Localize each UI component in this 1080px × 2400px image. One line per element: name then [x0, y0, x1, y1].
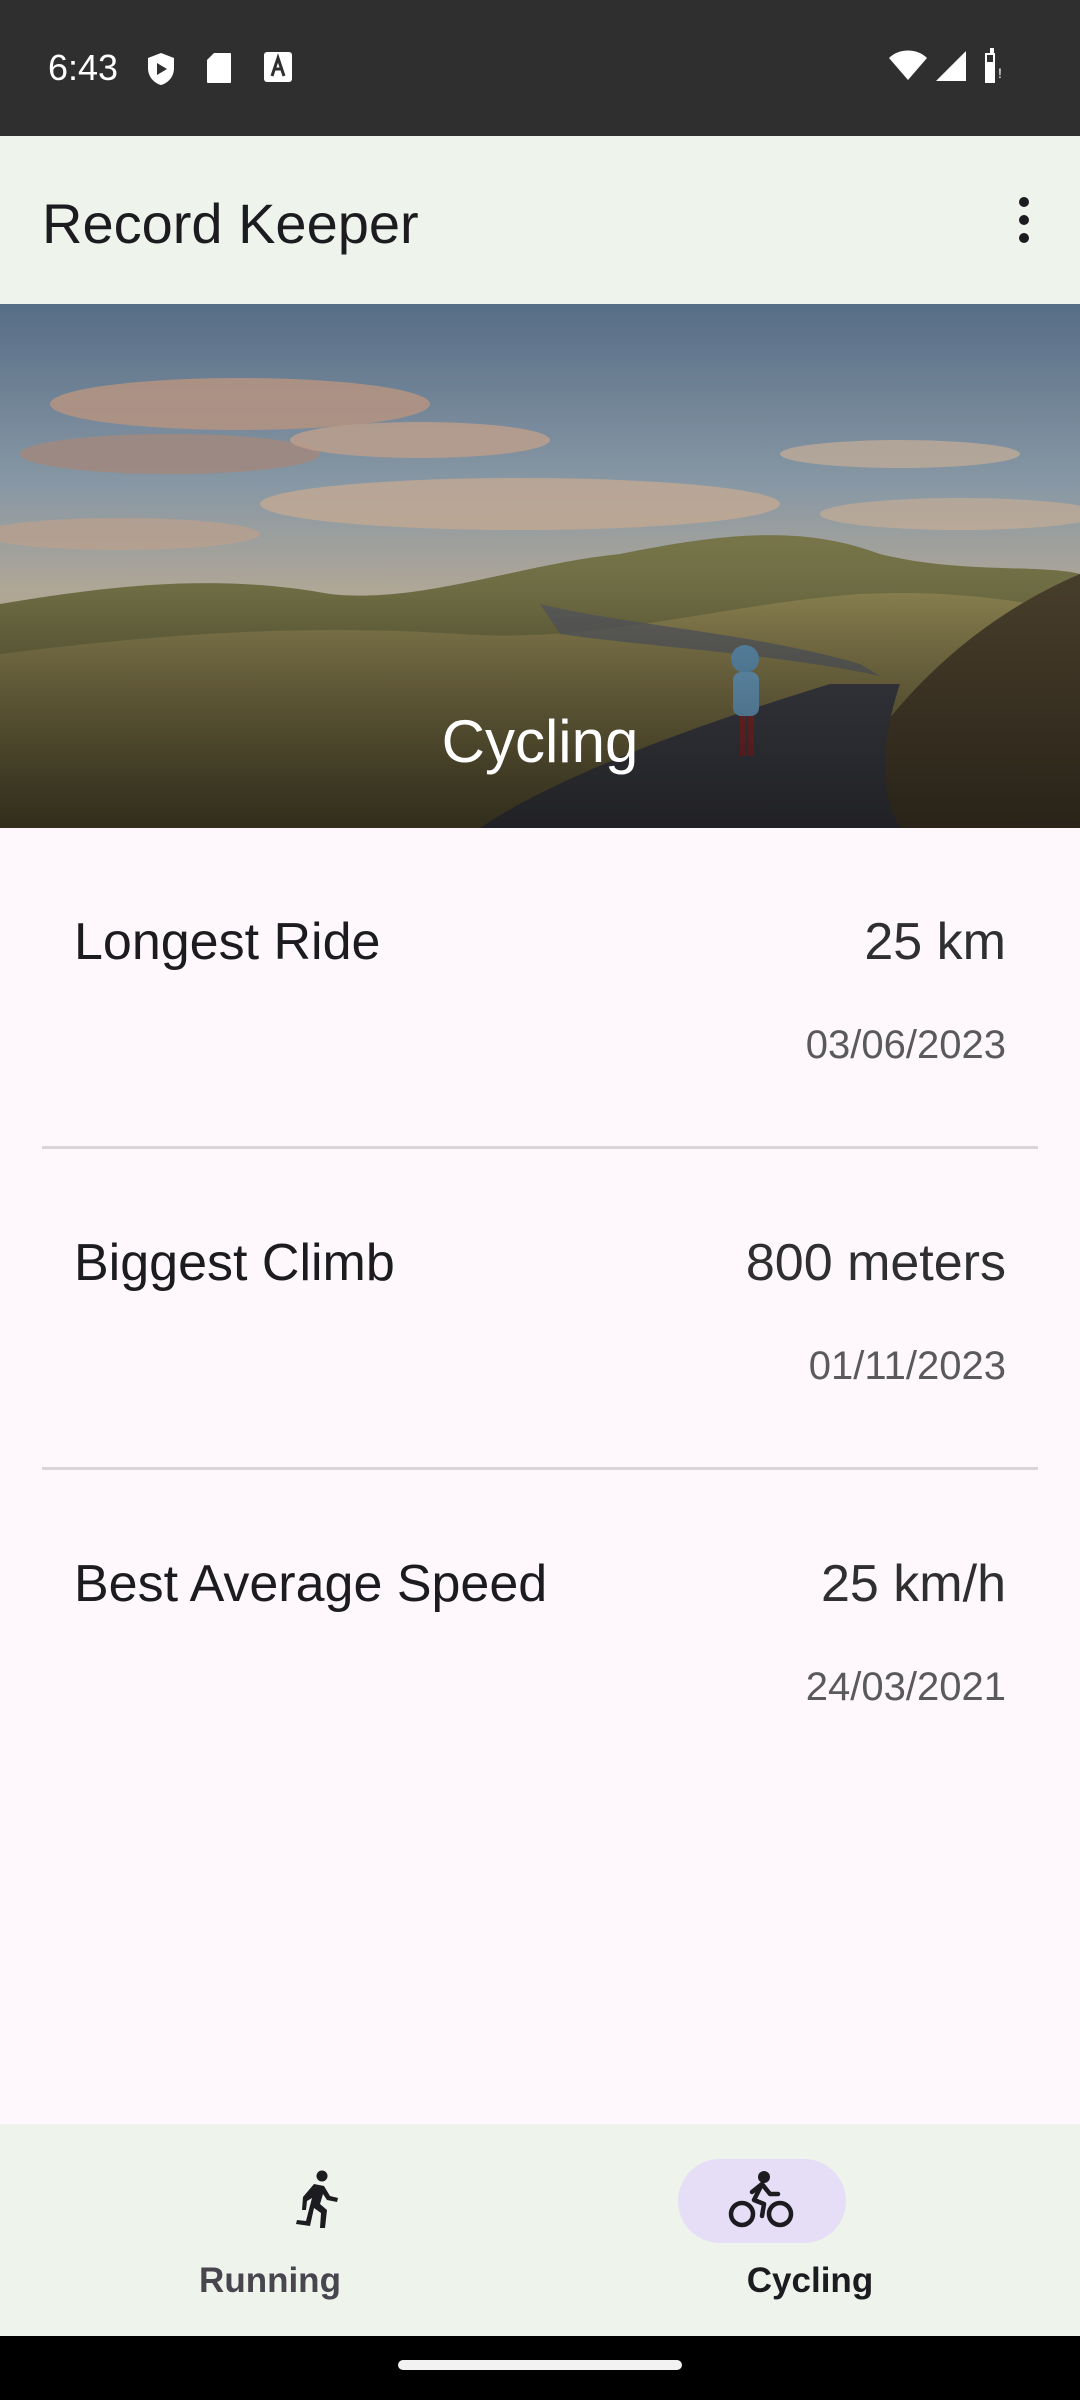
home-gesture-handle[interactable]: [398, 2360, 682, 2370]
nav-label-cycling: Cycling: [746, 2261, 874, 2300]
record-value: 25 km: [864, 913, 1006, 971]
bottom-navigation: Running Cycling: [0, 2124, 1080, 2336]
app-title: Record Keeper: [42, 192, 419, 255]
wifi-icon: [889, 50, 927, 80]
gesture-navigation-bar: [0, 2336, 1080, 2400]
svg-text:!: !: [998, 65, 1002, 81]
record-label: Best Average Speed: [74, 1555, 548, 1613]
record-date: 01/11/2023: [808, 1344, 1006, 1388]
record-row[interactable]: Best Average Speed 25 km/h 24/03/2021: [42, 1470, 1038, 1790]
battery-icon: !: [985, 48, 1002, 83]
status-bar: 6:43 !: [0, 0, 1080, 136]
record-value: 25 km/h: [821, 1555, 1006, 1613]
nav-item-running[interactable]: Running: [0, 2124, 540, 2336]
sd-card-icon: [207, 53, 231, 83]
font-a-icon: [264, 52, 292, 82]
record-date: 24/03/2021: [805, 1665, 1006, 1709]
nav-label-running: Running: [199, 2261, 341, 2300]
record-row[interactable]: Longest Ride 25 km 03/06/2023: [42, 828, 1038, 1148]
nav-item-cycling[interactable]: Cycling: [540, 2124, 1080, 2336]
record-row[interactable]: Biggest Climb 800 meters 01/11/2023: [42, 1149, 1038, 1469]
record-label: Biggest Climb: [74, 1234, 395, 1292]
overflow-menu-button[interactable]: [984, 180, 1064, 260]
signal-icon: [936, 51, 966, 81]
status-time: 6:43: [48, 47, 119, 88]
hero-title: Cycling: [441, 708, 639, 775]
running-icon: [296, 2170, 338, 2228]
record-label: Longest Ride: [74, 913, 381, 971]
app-bar: Record Keeper: [0, 136, 1080, 304]
more-vert-icon: [1019, 197, 1029, 243]
hero-banner: Cycling: [0, 304, 1080, 828]
cycling-icon: [728, 2171, 794, 2228]
record-value: 800 meters: [745, 1234, 1006, 1292]
shield-icon: [148, 53, 174, 85]
record-date: 03/06/2023: [805, 1023, 1006, 1067]
